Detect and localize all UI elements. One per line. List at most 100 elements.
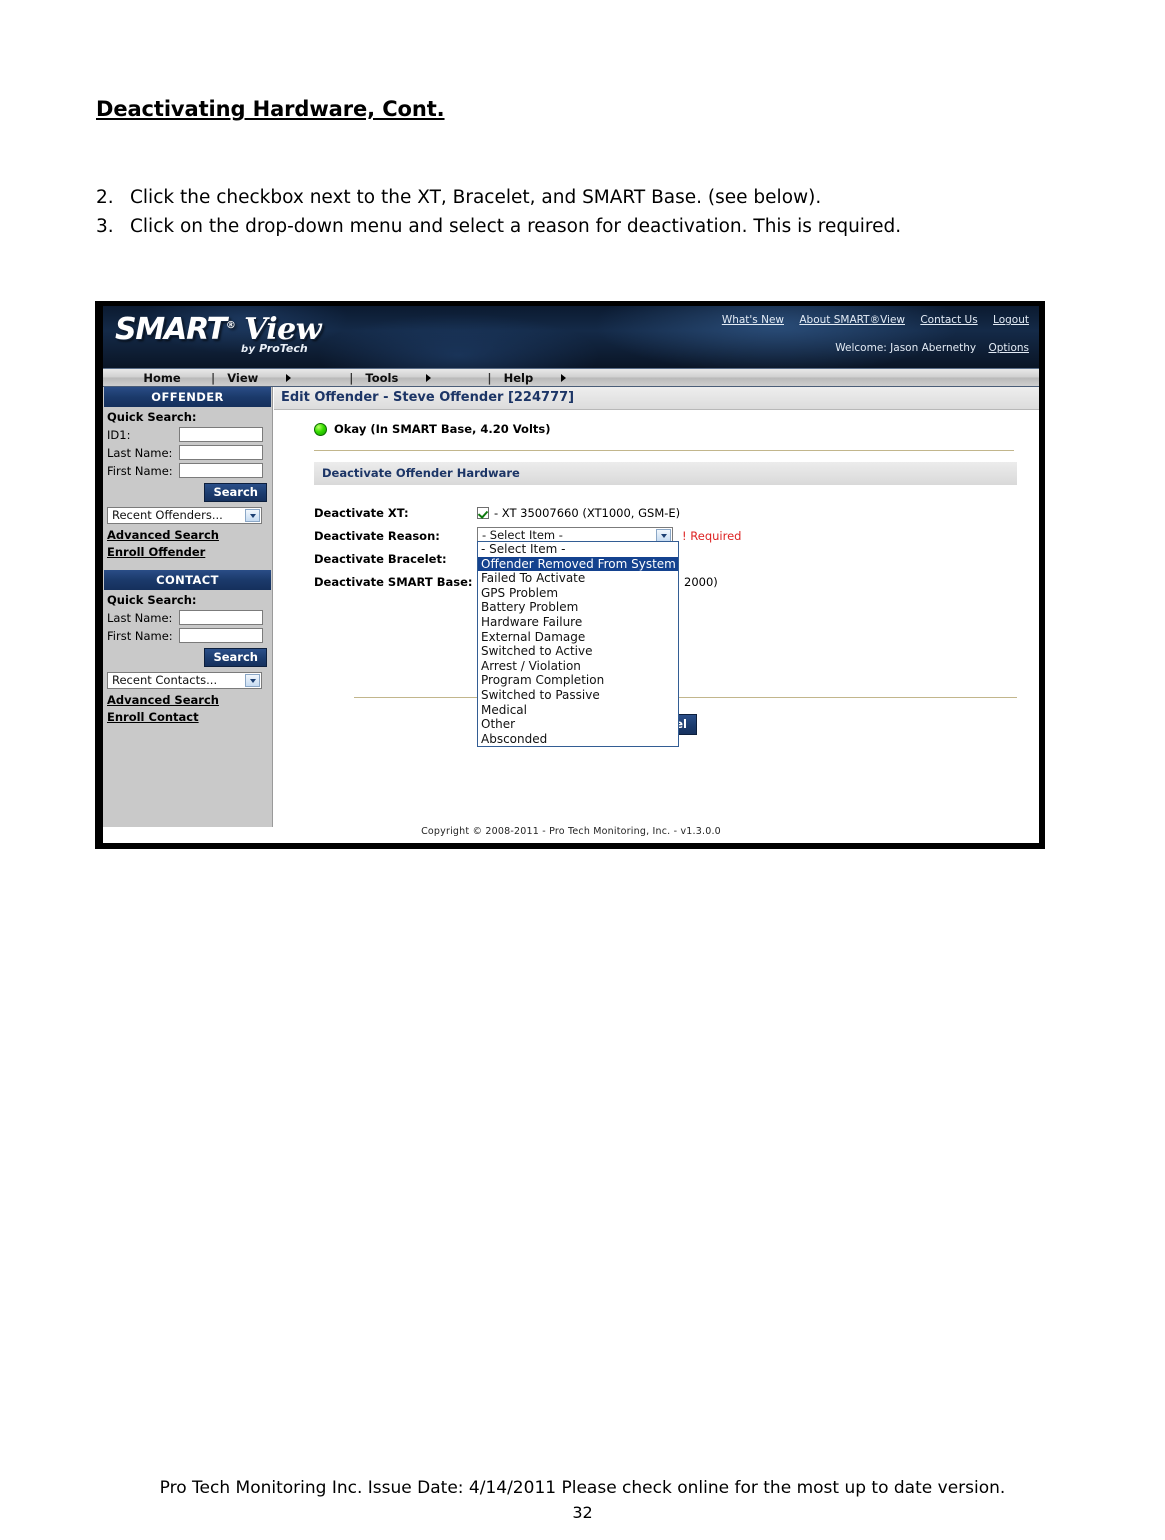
dropdown-option-other[interactable]: Other xyxy=(478,717,678,732)
recent-contacts-value: Recent Contacts... xyxy=(112,673,218,687)
deactivate-xt-checkbox[interactable] xyxy=(477,506,489,519)
dropdown-option-program-completion[interactable]: Program Completion xyxy=(478,673,678,688)
contact-search-button[interactable]: Search xyxy=(204,648,267,667)
offender-lastname-row: Last Name: xyxy=(103,444,272,462)
menu-item-home[interactable]: Home xyxy=(113,371,211,385)
offender-quick-search-label: Quick Search: xyxy=(107,410,197,424)
page-number: 32 xyxy=(572,1503,593,1522)
deactivate-bracelet-label: Deactivate Bracelet: xyxy=(314,551,447,566)
recent-offenders-value: Recent Offenders... xyxy=(112,508,223,522)
dropdown-option-medical[interactable]: Medical xyxy=(478,703,678,718)
offender-id1-label: ID1: xyxy=(107,427,131,442)
link-logout[interactable]: Logout xyxy=(993,314,1029,326)
menu-item-help[interactable]: Help xyxy=(492,371,616,385)
chevron-right-icon xyxy=(286,373,292,382)
deactivate-xt-device: - XT 35007660 (XT1000, GSM-E) xyxy=(494,505,681,520)
contact-lastname-input[interactable] xyxy=(179,610,263,625)
sidebar-header-offender: OFFENDER xyxy=(104,387,271,407)
dropdown-option-external-damage[interactable]: External Damage xyxy=(478,630,678,645)
main-menubar: Home | View | Tools | Help xyxy=(103,368,1039,387)
offender-id1-row: ID1: xyxy=(103,426,272,444)
smart-view-logo: SMART® View by ProTech xyxy=(113,310,363,362)
deactivate-form: Deactivate XT: - XT 35007660 (XT1000, GS… xyxy=(314,501,1039,748)
offender-recent-row: Recent Offenders... xyxy=(103,505,272,526)
dropdown-option-absconded[interactable]: Absconded xyxy=(478,732,678,747)
contact-firstname-input[interactable] xyxy=(179,628,263,643)
step-number: 3. xyxy=(96,216,114,237)
contact-quick-search-label: Quick Search: xyxy=(107,593,197,607)
step-text: Click on the drop-down menu and select a… xyxy=(130,216,902,237)
sidebar-link-offender-advanced-search[interactable]: Advanced Search xyxy=(103,526,272,543)
app-copyright: Copyright © 2008-2011 - Pro Tech Monitor… xyxy=(421,826,721,837)
dropdown-option-battery-problem[interactable]: Battery Problem xyxy=(478,600,678,615)
dropdown-option-arrest-violation[interactable]: Arrest / Violation xyxy=(478,659,678,674)
offender-search-button[interactable]: Search xyxy=(204,483,267,502)
menu-item-tools-label: Tools xyxy=(365,370,399,385)
contact-lastname-row: Last Name: xyxy=(103,609,272,627)
embedded-screenshot-frame: SMART® View by ProTech What's New About … xyxy=(95,301,1045,849)
deactivate-smart-base-label: Deactivate SMART Base: xyxy=(314,574,473,589)
required-indicator: ! Required xyxy=(682,528,742,543)
deactivate-reason-dropdown-list[interactable]: - Select Item - Offender Removed From Sy… xyxy=(477,541,679,748)
page-title: Deactivating Hardware, Cont. xyxy=(96,97,445,121)
dropdown-option-switched-to-passive[interactable]: Switched to Passive xyxy=(478,688,678,703)
link-options[interactable]: Options xyxy=(988,342,1029,354)
dropdown-option-select-item[interactable]: - Select Item - xyxy=(478,542,678,557)
link-whats-new[interactable]: What's New xyxy=(722,314,784,326)
dropdown-option-gps-problem[interactable]: GPS Problem xyxy=(478,586,678,601)
step-text: Click the checkbox next to the XT, Brace… xyxy=(130,187,822,208)
menu-item-home-label: Home xyxy=(143,370,181,385)
instruction-list: 2. Click the checkbox next to the XT, Br… xyxy=(96,183,1056,241)
registered-mark-icon: ® xyxy=(225,320,236,331)
contact-search-row: Search xyxy=(103,645,272,670)
menu-item-view-label: View xyxy=(227,370,259,385)
logo-smart-word: SMART xyxy=(115,312,227,347)
logo-brand-word: ProTech xyxy=(259,342,308,355)
dropdown-option-failed-to-activate[interactable]: Failed To Activate xyxy=(478,571,678,586)
document-footer: Pro Tech Monitoring Inc. Issue Date: 4/1… xyxy=(159,1478,1006,1498)
link-about-smart-view[interactable]: About SMART®View xyxy=(799,314,905,326)
recent-offenders-select[interactable]: Recent Offenders... xyxy=(107,507,262,524)
chevron-down-icon[interactable] xyxy=(245,509,260,522)
chevron-right-icon xyxy=(426,373,432,382)
sidebar-link-contact-advanced-search[interactable]: Advanced Search xyxy=(103,691,272,708)
menu-item-help-label: Help xyxy=(503,370,534,385)
menu-item-tools[interactable]: Tools xyxy=(353,371,487,385)
device-status: Okay (In SMART Base, 4.20 Volts) xyxy=(274,410,1039,436)
section-header-deactivate-hardware: Deactivate Offender Hardware xyxy=(314,462,1017,485)
smart-view-application: SMART® View by ProTech What's New About … xyxy=(103,306,1039,843)
divider xyxy=(354,697,1017,698)
list-item: 3. Click on the drop-down menu and selec… xyxy=(96,212,1056,241)
chevron-right-icon xyxy=(561,373,567,382)
sidebar-link-enroll-contact[interactable]: Enroll Contact xyxy=(103,708,272,725)
menu-item-view[interactable]: View xyxy=(215,371,349,385)
offender-firstname-input[interactable] xyxy=(179,463,263,478)
logo-byline: by ProTech xyxy=(241,342,308,355)
list-item: 2. Click the checkbox next to the XT, Br… xyxy=(96,183,1056,212)
contact-firstname-label: First Name: xyxy=(107,628,173,643)
deactivate-reason-label: Deactivate Reason: xyxy=(314,528,440,543)
recent-contacts-select[interactable]: Recent Contacts... xyxy=(107,672,262,689)
main-content: Edit Offender - Steve Offender [224777] … xyxy=(274,387,1039,827)
step-number: 2. xyxy=(96,187,114,208)
offender-lastname-input[interactable] xyxy=(179,445,263,460)
contact-lastname-label: Last Name: xyxy=(107,610,173,625)
link-contact-us[interactable]: Contact Us xyxy=(920,314,977,326)
logo-by-word: by xyxy=(241,344,256,355)
dropdown-option-switched-to-active[interactable]: Switched to Active xyxy=(478,644,678,659)
welcome-text: Welcome: Jason Abernethy xyxy=(835,342,977,354)
offender-id1-input[interactable] xyxy=(179,427,263,442)
welcome-bar: Welcome: Jason Abernethy Options xyxy=(835,342,1029,354)
deactivate-xt-row: Deactivate XT: - XT 35007660 (XT1000, GS… xyxy=(314,501,1039,524)
sidebar-link-enroll-offender[interactable]: Enroll Offender xyxy=(103,543,272,560)
contact-recent-row: Recent Contacts... xyxy=(103,670,272,691)
deactivate-smart-base-device: 2000) xyxy=(684,574,718,589)
chevron-down-icon[interactable] xyxy=(245,674,260,687)
status-badge: Okay (In SMART Base, 4.20 Volts) xyxy=(334,422,551,436)
dropdown-option-offender-removed-from-system[interactable]: Offender Removed From System xyxy=(478,556,678,572)
deactivate-xt-label: Deactivate XT: xyxy=(314,505,409,520)
offender-lastname-label: Last Name: xyxy=(107,445,173,460)
left-sidebar: OFFENDER Quick Search: ID1: Last Name: F… xyxy=(103,387,273,827)
dropdown-option-hardware-failure[interactable]: Hardware Failure xyxy=(478,615,678,630)
